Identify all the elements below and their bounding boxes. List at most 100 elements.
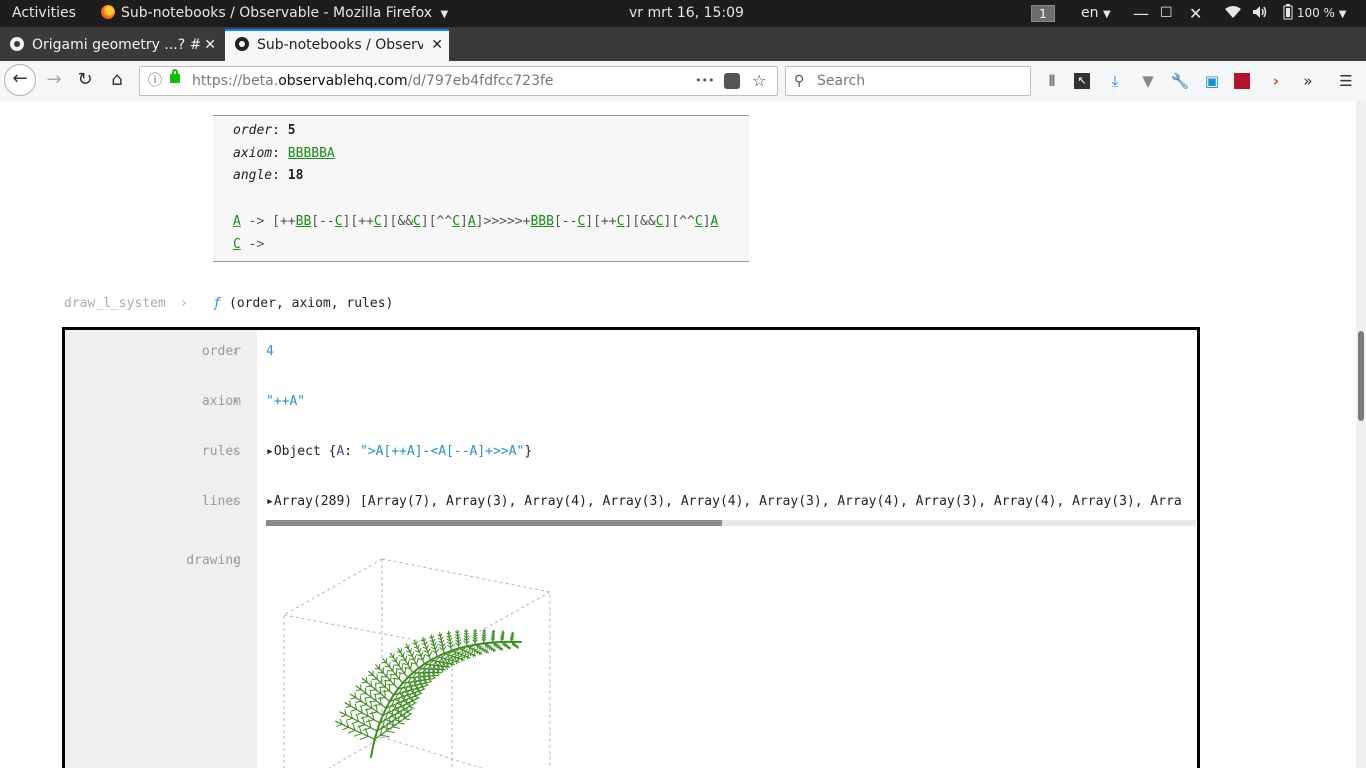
scrollbar-thumb[interactable] (266, 520, 722, 526)
extension-red-icon[interactable] (1234, 73, 1250, 89)
workspace-indicator[interactable]: 1 (1031, 5, 1055, 22)
extension-chevron-icon[interactable]: › (1266, 70, 1286, 92)
fern-stroke (408, 706, 415, 709)
rule-symbol-link[interactable]: C (374, 214, 382, 229)
fern-stroke (392, 653, 395, 658)
overflow-menu-icon[interactable]: » (1298, 70, 1318, 92)
rule-symbol-link[interactable]: C (695, 214, 703, 229)
fern-stroke (348, 729, 356, 734)
fern-stroke (351, 720, 360, 725)
library-icon[interactable]: ⫴ (1042, 70, 1062, 92)
page-actions-icon[interactable]: ••• (695, 67, 714, 95)
reload-button[interactable]: ↻ (70, 65, 100, 95)
fern-stroke (422, 654, 426, 661)
fern-stroke (450, 653, 455, 657)
fern-stroke (491, 640, 503, 644)
fern-stroke (485, 643, 489, 646)
rule-symbol-link[interactable]: C (452, 214, 460, 229)
rule-symbol-link[interactable]: A (468, 214, 476, 229)
fern-stroke (340, 714, 347, 718)
downloads-icon[interactable]: ⤓ (1105, 70, 1125, 92)
fern-stroke (364, 687, 367, 694)
close-tab-icon[interactable]: ✕ (431, 31, 443, 59)
fern-stroke (407, 659, 410, 666)
url-prefix: https://beta. (192, 73, 279, 89)
axiom-value-link[interactable]: BBBBBA (288, 146, 335, 161)
maximize-button[interactable]: ☐ (1160, 0, 1173, 27)
fern-stroke (428, 651, 432, 657)
fern-stroke (370, 746, 374, 758)
rule-symbol-link[interactable]: A (233, 214, 241, 229)
fern-stroke (478, 646, 483, 648)
tab-origami-geometry[interactable]: Origami geometry ...? #2 ✕ (0, 29, 222, 61)
back-button[interactable]: ← (4, 64, 36, 96)
fern-stroke (385, 730, 395, 733)
fern-stroke (360, 692, 367, 695)
fern-stroke (371, 738, 376, 749)
hamburger-menu-icon[interactable]: ☰ (1336, 70, 1356, 92)
language-indicator[interactable]: en ▼ (1081, 0, 1111, 27)
rule-symbol-link[interactable]: C (233, 237, 241, 252)
fern-stroke (444, 655, 449, 660)
rule-symbol-link[interactable]: C (656, 214, 664, 229)
forward-button[interactable]: → (39, 65, 69, 95)
rule-text: ][++ (585, 214, 617, 229)
rule-text: ][&& (381, 214, 414, 229)
horizontal-scrollbar[interactable] (266, 520, 1196, 526)
fern-stroke (411, 700, 417, 704)
fern-stroke (403, 718, 411, 721)
close-tab-icon[interactable]: ✕ (204, 29, 216, 61)
info-icon[interactable]: ⓘ (148, 67, 162, 95)
bookmark-star-icon[interactable]: ☆ (752, 67, 766, 95)
fern-stroke (389, 656, 394, 658)
close-window-button[interactable]: ✕ (1189, 0, 1202, 27)
rules-output[interactable]: ▸Object {A: ">A[++A]-<A[--A]+>>A"} (266, 444, 532, 459)
minimize-button[interactable]: — (1133, 0, 1149, 27)
fern-stroke (442, 642, 446, 648)
angle-line: angle: 18 (233, 168, 304, 183)
rule-symbol-link[interactable]: C (335, 214, 343, 229)
fern-stroke (511, 632, 514, 635)
fern-stroke (463, 653, 467, 657)
scrollbar-thumb[interactable] (1358, 331, 1364, 421)
rule-symbol-link[interactable]: BB (296, 214, 312, 229)
rule-text: ][^^ (420, 214, 453, 229)
app-menu[interactable]: Sub-notebooks / Observable - Mozilla Fir… (101, 0, 448, 27)
fern-stroke (434, 645, 438, 650)
page-scrollbar[interactable] (1356, 101, 1366, 768)
url-text: https://beta.observablehq.com/d/797eb4fd… (192, 67, 554, 95)
activities-button[interactable]: Activities (12, 0, 76, 27)
volume-icon[interactable] (1252, 0, 1268, 27)
rule-symbol-link[interactable]: A (711, 214, 719, 229)
fern-stroke (417, 690, 423, 695)
pocket-icon[interactable] (724, 73, 740, 89)
clock[interactable]: vr mrt 16, 15:09 (629, 0, 744, 27)
chevron-right-icon[interactable]: › (231, 344, 239, 359)
chevron-right-icon[interactable]: › (231, 494, 239, 509)
fern-stroke (346, 717, 353, 721)
chevron-right-icon[interactable]: › (231, 553, 239, 568)
fern-stroke (417, 644, 420, 649)
notebook-content[interactable]: order: 5 axiom: BBBBBA angle: 18 A -> [+… (0, 101, 1356, 768)
tab-sub-notebooks[interactable]: Sub-notebooks / Observable ✕ (225, 29, 449, 61)
url-bar[interactable]: ⓘ https://beta.observablehq.com/d/797eb4… (139, 66, 778, 96)
order-key: order (233, 123, 273, 138)
fern-stroke (392, 678, 400, 680)
tools-wrench-icon[interactable]: 🔧 (1170, 70, 1190, 92)
save-page-icon[interactable]: ▣ (1202, 70, 1222, 92)
fern-stroke (457, 645, 468, 650)
battery-indicator[interactable]: 100 % ▼ (1283, 0, 1346, 27)
fern-stroke (350, 709, 358, 712)
rule-symbol-link[interactable]: C (413, 214, 421, 229)
rule-a-line: A -> [++BB[--C][++C][&&C][^^C]A]>>>>>+BB… (233, 214, 718, 229)
home-button[interactable]: ⌂ (102, 65, 132, 95)
wifi-icon[interactable] (1224, 0, 1242, 27)
chevron-right-icon[interactable]: › (231, 444, 239, 459)
extension-pin-icon[interactable]: ↖ (1074, 73, 1090, 89)
rule-symbol-link[interactable]: BBB (530, 214, 553, 229)
observable-favicon-icon (235, 37, 249, 51)
lines-output[interactable]: ▸Array(289) [Array(7), Array(3), Array(4… (266, 494, 1182, 509)
search-field[interactable]: ⚲ Search (785, 66, 1031, 96)
extension-triangle-icon[interactable]: ▼ (1138, 70, 1158, 92)
chevron-right-icon[interactable]: › (231, 394, 239, 409)
